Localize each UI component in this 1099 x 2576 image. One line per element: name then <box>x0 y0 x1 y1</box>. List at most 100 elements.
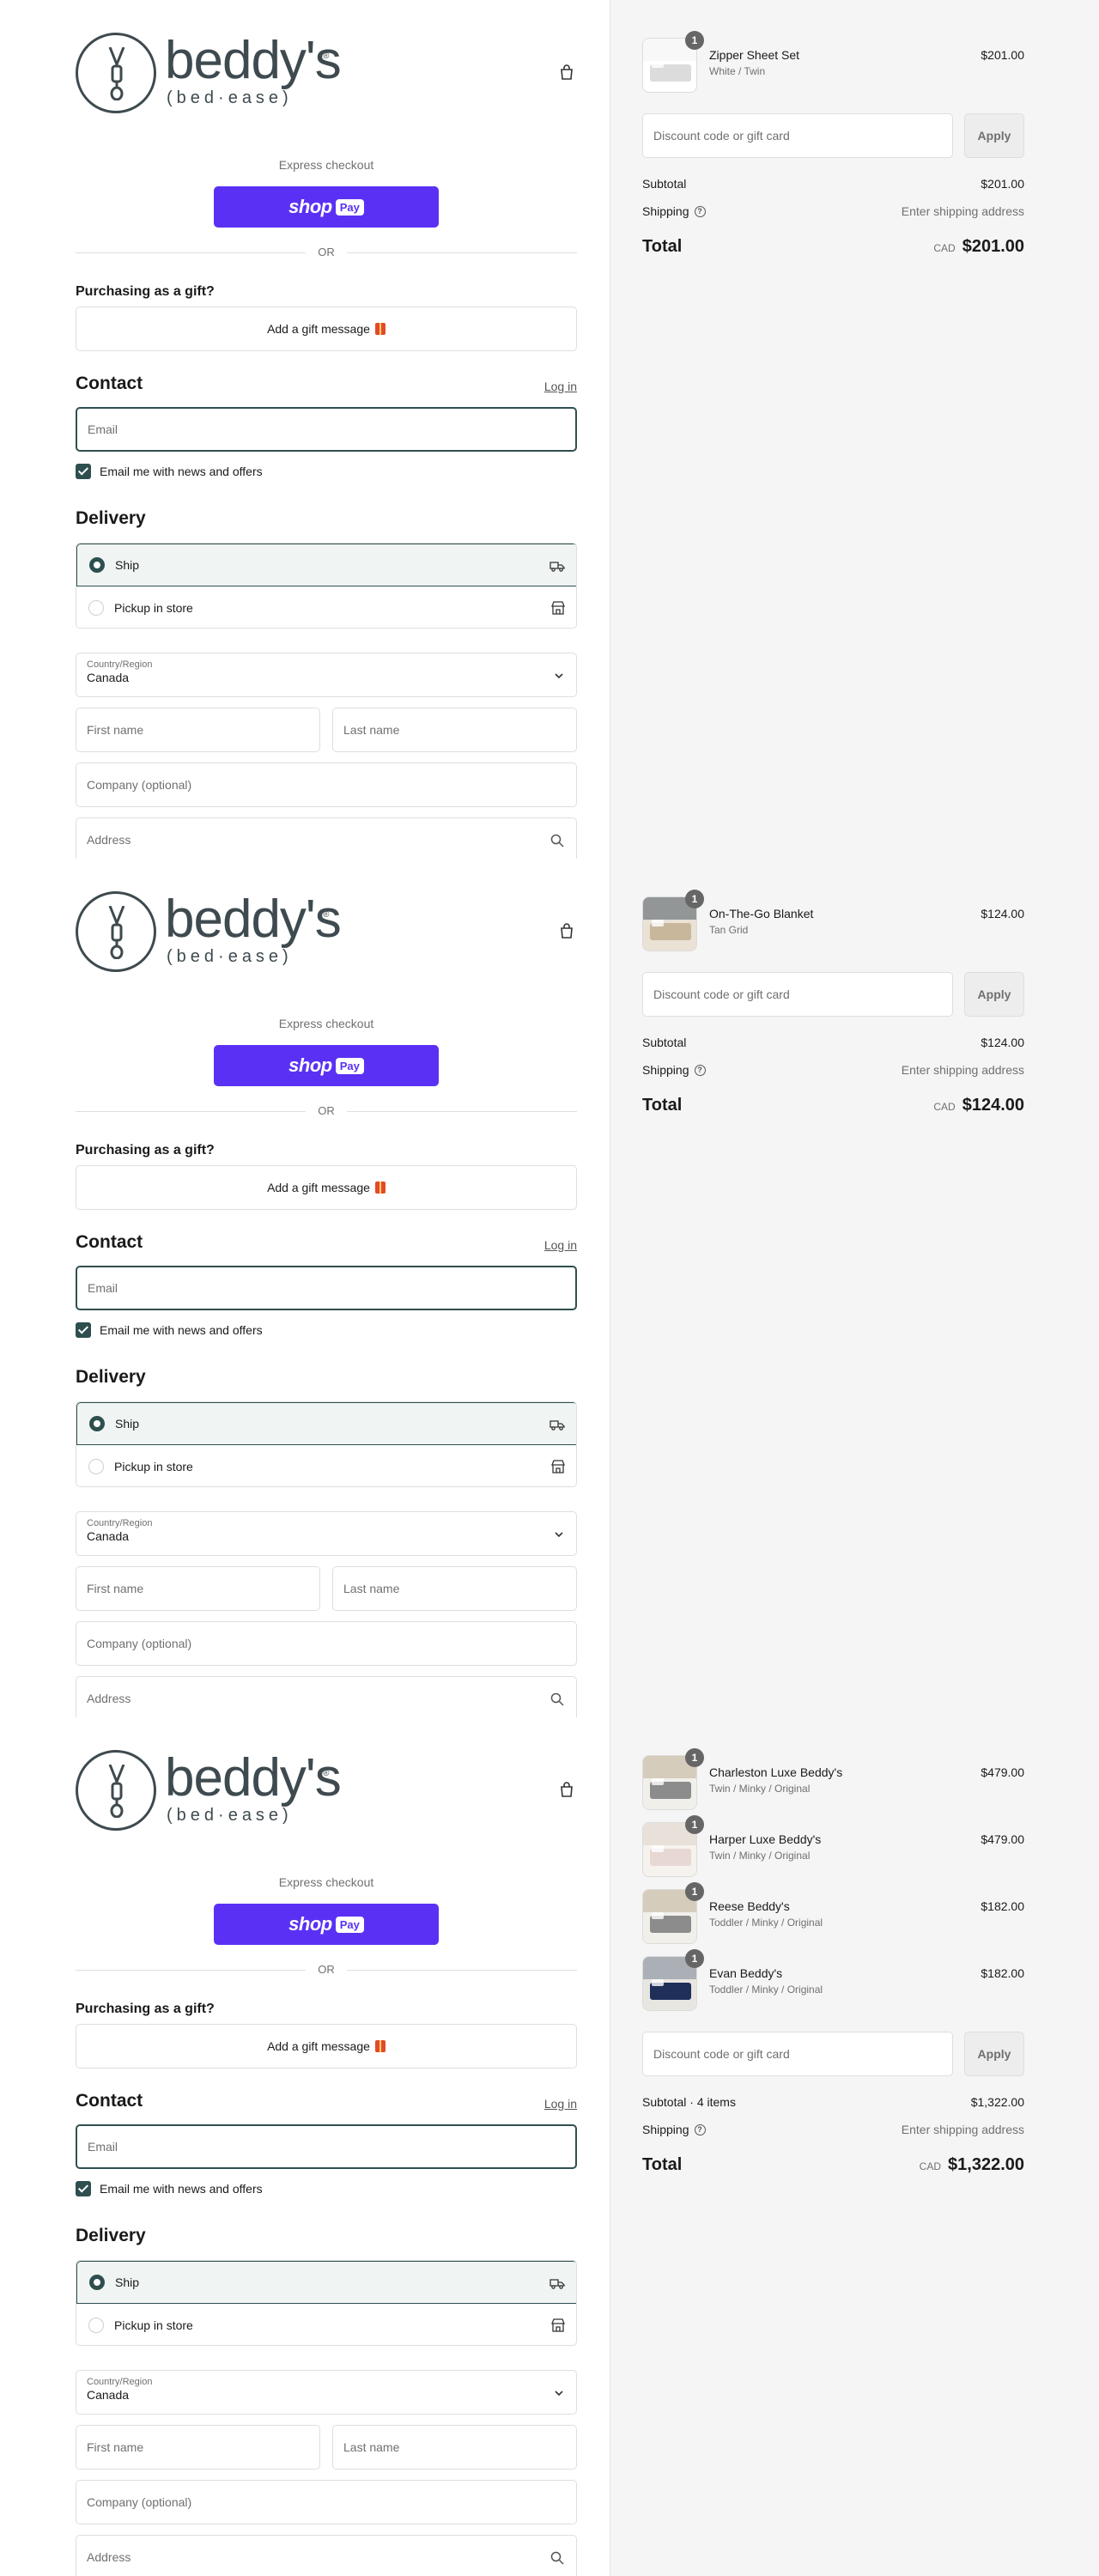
brand-logo[interactable]: beddy's ® (bed·ease) <box>76 33 342 113</box>
order-summary: 1 Zipper Sheet Set White / Twin $201.00 … <box>642 0 1024 859</box>
ship-option[interactable]: Ship <box>76 544 576 586</box>
email-input[interactable]: Email <box>76 407 577 452</box>
email-input[interactable]: Email <box>76 2124 577 2169</box>
product-variant: Twin / Minky / Original <box>709 1850 811 1862</box>
delivery-method-group: Ship Pickup in store <box>76 2260 577 2346</box>
shop-pay-button[interactable]: shop Pay <box>214 1904 439 1945</box>
ship-option[interactable]: Ship <box>76 1402 576 1445</box>
newsletter-option[interactable]: Email me with news and offers <box>76 1322 263 1338</box>
order-summary: 1 Charleston Luxe Beddy's Twin / Minky /… <box>642 1717 1024 2576</box>
pickup-option[interactable]: Pickup in store <box>76 1445 576 1486</box>
zipper-logo-mark <box>76 1750 156 1831</box>
shipping-value: Enter shipping address <box>901 204 1024 218</box>
pickup-label: Pickup in store <box>114 2318 193 2332</box>
delivery-heading: Delivery <box>76 2226 146 2245</box>
pickup-radio[interactable] <box>88 1459 104 1474</box>
newsletter-checkbox[interactable] <box>76 1322 91 1338</box>
discount-input[interactable]: Discount code or gift card <box>642 113 953 158</box>
shop-pay-badge: Pay <box>335 198 364 216</box>
first-name-input[interactable]: First name <box>76 708 320 752</box>
add-gift-message-button[interactable]: Add a gift message <box>76 1165 577 1210</box>
pickup-option[interactable]: Pickup in store <box>76 2304 576 2345</box>
country-select[interactable]: Country/Region Canada <box>76 653 577 697</box>
product-price: $479.00 <box>981 1765 1024 1779</box>
cart-item: 1 Zipper Sheet Set White / Twin $201.00 <box>642 31 1024 93</box>
add-gift-message-button[interactable]: Add a gift message <box>76 2024 577 2069</box>
chevron-down-icon <box>554 2387 564 2397</box>
help-icon[interactable]: ? <box>694 1064 706 1076</box>
ship-radio[interactable] <box>89 557 105 573</box>
pickup-option[interactable]: Pickup in store <box>76 586 576 628</box>
contact-heading: Contact <box>76 374 143 393</box>
pickup-radio[interactable] <box>88 2318 104 2333</box>
address-input[interactable]: Address <box>76 817 577 859</box>
ship-radio[interactable] <box>89 2275 105 2290</box>
discount-input[interactable]: Discount code or gift card <box>642 972 953 1017</box>
apply-button[interactable]: Apply <box>964 2032 1024 2076</box>
country-label: Country/Region <box>87 659 153 670</box>
company-input[interactable]: Company (optional) <box>76 2480 577 2524</box>
contact-heading: Contact <box>76 1232 143 1252</box>
email-input[interactable]: Email <box>76 1266 577 1310</box>
total-row: Total CAD $201.00 <box>642 235 1024 259</box>
discount-placeholder: Discount code or gift card <box>653 2047 790 2061</box>
newsletter-checkbox[interactable] <box>76 2181 91 2196</box>
product-name: Harper Luxe Beddy's <box>709 1832 822 1846</box>
email-placeholder: Email <box>88 2140 118 2154</box>
shopping-bag-icon[interactable] <box>558 64 575 81</box>
shipping-label: Shipping <box>642 2123 689 2136</box>
pickup-radio[interactable] <box>88 600 104 616</box>
last-name-input[interactable]: Last name <box>332 708 577 752</box>
discount-placeholder: Discount code or gift card <box>653 129 790 143</box>
first-name-input[interactable]: First name <box>76 2425 320 2470</box>
product-price: $201.00 <box>981 48 1024 62</box>
ship-option[interactable]: Ship <box>76 2261 576 2304</box>
checkout-panel: beddy's ® (bed·ease) Express checkout sh… <box>0 1717 1099 2576</box>
apply-button[interactable]: Apply <box>964 972 1024 1017</box>
help-icon[interactable]: ? <box>694 205 706 217</box>
address-input[interactable]: Address <box>76 1676 577 1717</box>
last-name-input[interactable]: Last name <box>332 1566 577 1611</box>
product-name: Evan Beddy's <box>709 1966 783 1980</box>
zipper-icon <box>108 906 125 959</box>
total-value: $124.00 <box>962 1096 1024 1115</box>
first-name-placeholder: First name <box>87 1582 144 1595</box>
quantity-badge: 1 <box>685 1748 704 1767</box>
country-select[interactable]: Country/Region Canada <box>76 2370 577 2415</box>
checkout-form: beddy's ® (bed·ease) Express checkout sh… <box>76 1717 577 2576</box>
product-variant: Toddler / Minky / Original <box>709 1917 823 1929</box>
help-icon[interactable]: ? <box>694 2123 706 2136</box>
quantity-badge: 1 <box>685 890 704 908</box>
contact-heading: Contact <box>76 2091 143 2111</box>
shopping-bag-icon[interactable] <box>558 922 575 939</box>
login-link[interactable]: Log in <box>544 2097 577 2111</box>
shopping-bag-icon[interactable] <box>558 1781 575 1798</box>
delivery-heading: Delivery <box>76 1367 146 1387</box>
ship-radio[interactable] <box>89 1416 105 1431</box>
product-variant: Tan Grid <box>709 924 749 936</box>
brand-logo[interactable]: beddy's ® (bed·ease) <box>76 1750 342 1831</box>
newsletter-option[interactable]: Email me with news and offers <box>76 2181 263 2196</box>
country-select[interactable]: Country/Region Canada <box>76 1511 577 1556</box>
discount-input[interactable]: Discount code or gift card <box>642 2032 953 2076</box>
subtotal-value: $201.00 <box>981 177 1024 191</box>
company-placeholder: Company (optional) <box>87 2495 192 2509</box>
newsletter-checkbox[interactable] <box>76 464 91 479</box>
login-link[interactable]: Log in <box>544 380 577 393</box>
company-input[interactable]: Company (optional) <box>76 762 577 807</box>
newsletter-option[interactable]: Email me with news and offers <box>76 464 263 479</box>
add-gift-message-button[interactable]: Add a gift message <box>76 307 577 351</box>
address-input[interactable]: Address <box>76 2535 577 2576</box>
brand-logo[interactable]: beddy's ® (bed·ease) <box>76 891 342 972</box>
first-name-input[interactable]: First name <box>76 1566 320 1611</box>
apply-button[interactable]: Apply <box>964 113 1024 158</box>
login-link[interactable]: Log in <box>544 1238 577 1252</box>
address-placeholder: Address <box>87 2550 131 2564</box>
or-label: OR <box>318 1104 335 1117</box>
subtotal-value: $1,322.00 <box>970 2095 1024 2109</box>
shop-pay-button[interactable]: shop Pay <box>214 1045 439 1086</box>
shop-pay-button[interactable]: shop Pay <box>214 186 439 228</box>
company-input[interactable]: Company (optional) <box>76 1621 577 1666</box>
address-placeholder: Address <box>87 833 131 847</box>
last-name-input[interactable]: Last name <box>332 2425 577 2470</box>
